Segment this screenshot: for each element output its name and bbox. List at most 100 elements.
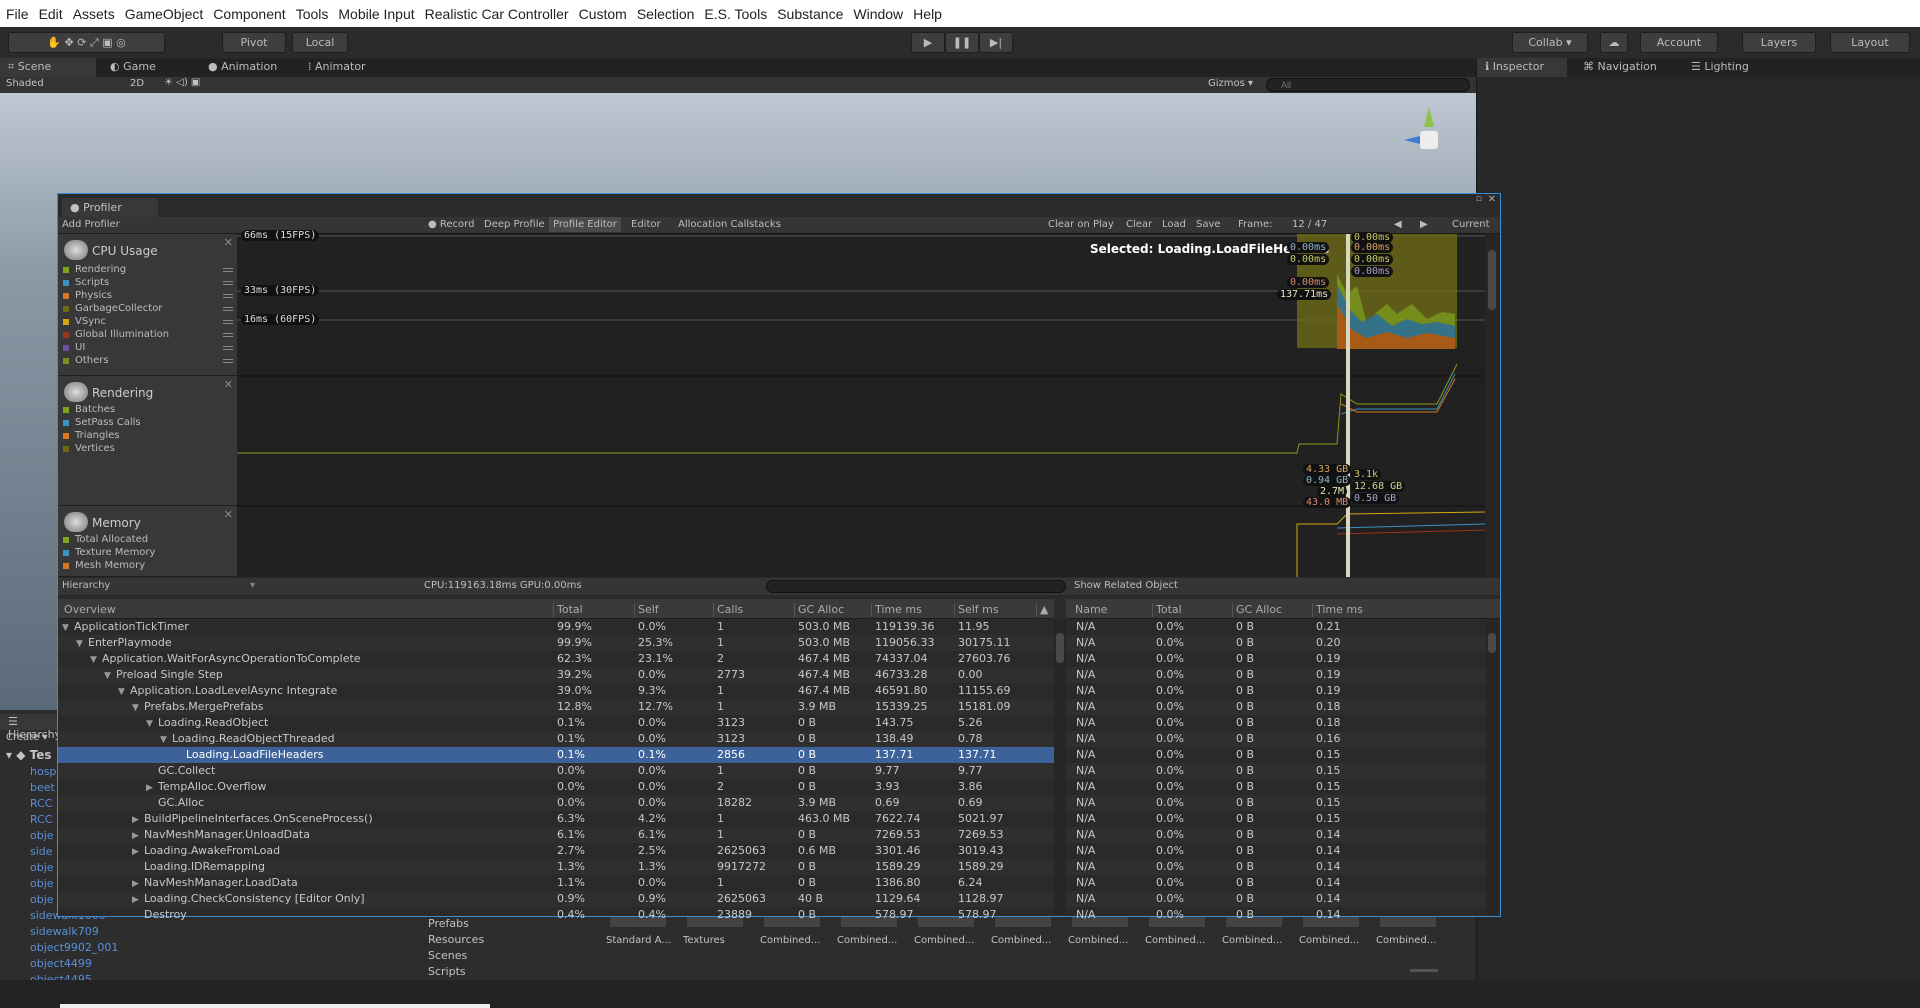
legend-item[interactable]: Rendering [63, 264, 126, 275]
project-folder[interactable]: Scripts [428, 965, 466, 978]
hierarchy-scrollbar[interactable] [1054, 619, 1066, 915]
expanded-arrow-icon[interactable]: ▼ [90, 655, 102, 665]
profiler-search-input[interactable] [766, 580, 1066, 593]
hierarchy-row[interactable]: ▼ Prefabs.MergePrefabs 12.8% 12.7% 1 3.9 MB 15… [58, 699, 1054, 715]
drag-handle-icon[interactable] [223, 307, 233, 311]
hierarchy-row[interactable]: Loading.LoadFileHeaders 0.1% 0.1% 2856 0 B 13… [58, 747, 1054, 763]
hierarchy-item[interactable]: obje [30, 829, 54, 842]
legend-item[interactable]: Texture Memory [63, 547, 155, 558]
hierarchy-row[interactable]: ▼ ApplicationTickTimer 99.9% 0.0% 1 503.0 MB 1… [58, 619, 1054, 635]
menu-tools[interactable]: Tools [296, 6, 329, 22]
legend-item[interactable]: Mesh Memory [63, 560, 145, 571]
legend-item[interactable]: Vertices [63, 443, 115, 454]
hierarchy-item[interactable]: obje [30, 877, 54, 890]
hierarchy-row[interactable]: ▶ Loading.AwakeFromLoad 2.7% 2.5% 2625063 0.6… [58, 843, 1054, 859]
expanded-arrow-icon[interactable]: ▼ [132, 703, 144, 713]
asset-label[interactable]: Combined... [1376, 935, 1436, 946]
drag-handle-icon[interactable] [223, 268, 233, 272]
hierarchy-row[interactable]: ▼ EnterPlaymode 99.9% 25.3% 1 503.0 MB 119056.… [58, 635, 1054, 651]
legend-item[interactable]: Scripts [63, 277, 109, 288]
hierarchy-row[interactable]: ▶ NavMeshManager.LoadData 1.1% 0.0% 1 0 B 1386… [58, 875, 1054, 891]
menu-substance[interactable]: Substance [777, 6, 843, 22]
cpu-usage-module[interactable]: CPU Usage ✕ Rendering Scripts Physics Garbage… [58, 234, 237, 376]
collapsed-arrow-icon[interactable]: ▶ [132, 847, 144, 857]
hierarchy-item[interactable]: hosp [30, 765, 56, 778]
expanded-arrow-icon[interactable]: ▼ [146, 719, 158, 729]
collab-button[interactable]: Collab ▾ [1512, 32, 1588, 53]
menu-gameobject[interactable]: GameObject [125, 6, 204, 22]
layers-dropdown[interactable]: Layers [1742, 32, 1816, 53]
related-column-header[interactable]: Name [1072, 603, 1107, 617]
current-frame-button[interactable]: Current [1452, 219, 1490, 230]
expanded-arrow-icon[interactable]: ▼ [160, 735, 172, 745]
hierarchy-item[interactable]: RCC [30, 813, 52, 826]
related-row[interactable]: N/A 0.0% 0 B 0.14 [1066, 875, 1486, 891]
related-row[interactable]: N/A 0.0% 0 B 0.19 [1066, 651, 1486, 667]
related-row[interactable]: N/A 0.0% 0 B 0.15 [1066, 779, 1486, 795]
legend-item[interactable]: GarbageCollector [63, 303, 162, 314]
legend-item[interactable]: Physics [63, 290, 112, 301]
related-row[interactable]: N/A 0.0% 0 B 0.15 [1066, 747, 1486, 763]
column-header-time-ms[interactable]: Time ms [871, 603, 922, 617]
hierarchy-item[interactable]: object4499 [30, 957, 92, 970]
drag-handle-icon[interactable] [223, 320, 233, 324]
hierarchy-row[interactable]: ▼ Application.WaitForAsyncOperationToComp… [58, 651, 1054, 667]
expanded-arrow-icon[interactable]: ▼ [62, 623, 74, 633]
chart-scrollbar[interactable] [1485, 234, 1500, 577]
related-row[interactable]: N/A 0.0% 0 B 0.15 [1066, 763, 1486, 779]
column-header-gc-alloc[interactable]: GC Alloc [794, 603, 844, 617]
prev-frame-button[interactable]: ◀ [1394, 219, 1402, 230]
related-row[interactable]: N/A 0.0% 0 B 0.14 [1066, 907, 1486, 923]
related-row[interactable]: N/A 0.0% 0 B 0.15 [1066, 811, 1486, 827]
hierarchy-row[interactable]: ▶ Loading.CheckConsistency [Editor Only] 0… [58, 891, 1054, 907]
tab-profiler[interactable]: ● Profiler [62, 198, 158, 217]
record-button[interactable]: ● Record [428, 219, 474, 230]
hierarchy-item[interactable]: beet [30, 781, 55, 794]
related-column-header[interactable]: GC Alloc [1232, 603, 1282, 617]
view-mode-dropdown[interactable]: Hierarchy [62, 580, 110, 591]
profiler-chart[interactable]: 66ms (15FPS) 33ms (30FPS) 16ms (60FPS) Sele… [237, 230, 1485, 577]
shading-mode-dropdown[interactable]: Shaded [6, 78, 44, 89]
account-dropdown[interactable]: Account [1640, 32, 1718, 53]
collapsed-arrow-icon[interactable]: ▶ [132, 895, 144, 905]
memory-module[interactable]: Memory ✕ Total Allocated Texture Memory Mesh… [58, 506, 237, 577]
hierarchy-row[interactable]: GC.Alloc 0.0% 0.0% 18282 3.9 MB 0.69 0.69 [58, 795, 1054, 811]
clear-on-play-button[interactable]: Clear on Play [1048, 219, 1114, 230]
collapsed-arrow-icon[interactable]: ▶ [146, 783, 158, 793]
related-row[interactable]: N/A 0.0% 0 B 0.20 [1066, 635, 1486, 651]
related-row[interactable]: N/A 0.0% 0 B 0.19 [1066, 683, 1486, 699]
save-button[interactable]: Save [1196, 219, 1221, 230]
layout-dropdown[interactable]: Layout [1830, 32, 1910, 53]
editor-target-dropdown[interactable]: Editor [631, 219, 661, 230]
next-frame-button[interactable]: ▶ [1420, 219, 1428, 230]
hierarchy-item[interactable]: object9902_001 [30, 941, 118, 954]
hierarchy-row[interactable]: ▶ BuildPipelineInterfaces.OnSceneProcess(… [58, 811, 1054, 827]
create-dropdown[interactable]: Create ▾ [6, 732, 47, 743]
menu-file[interactable]: File [6, 6, 29, 22]
close-module-icon[interactable]: ✕ [224, 236, 233, 249]
asset-label[interactable]: Combined... [1299, 935, 1359, 946]
tab-animation[interactable]: ● Animation [200, 58, 285, 77]
maximize-icon[interactable]: ▫ [1476, 194, 1482, 204]
related-row[interactable]: N/A 0.0% 0 B 0.21 [1066, 619, 1486, 635]
collapsed-arrow-icon[interactable]: ▶ [132, 879, 144, 889]
tab-navigation[interactable]: ⌘ Navigation [1575, 58, 1665, 77]
expanded-arrow-icon[interactable]: ▼ [76, 639, 88, 649]
asset-label[interactable]: Textures [683, 935, 725, 946]
legend-item[interactable]: Global Illumination [63, 329, 169, 340]
column-header-total[interactable]: Total [553, 603, 583, 617]
related-row[interactable]: N/A 0.0% 0 B 0.18 [1066, 715, 1486, 731]
menu-realistic-car-controller[interactable]: Realistic Car Controller [425, 6, 569, 22]
hierarchy-row[interactable]: Destroy 0.4% 0.4% 23889 0 B 578.97 578.97 [58, 907, 1054, 923]
menu-window[interactable]: Window [853, 6, 903, 22]
expanded-arrow-icon[interactable]: ▼ [104, 671, 116, 681]
collapsed-arrow-icon[interactable]: ▶ [132, 831, 144, 841]
hierarchy-row[interactable]: ▶ TempAlloc.Overflow 0.0% 0.0% 2 0 B 3.93 3.86 [58, 779, 1054, 795]
related-row[interactable]: N/A 0.0% 0 B 0.14 [1066, 827, 1486, 843]
hierarchy-row[interactable]: GC.Collect 0.0% 0.0% 1 0 B 9.77 9.77 [58, 763, 1054, 779]
hierarchy-row[interactable]: ▼ Loading.ReadObject 0.1% 0.0% 3123 0 B 143.75… [58, 715, 1054, 731]
cloud-button[interactable]: ☁ [1600, 32, 1628, 53]
zoom-slider[interactable] [1410, 969, 1438, 972]
related-row[interactable]: N/A 0.0% 0 B 0.14 [1066, 859, 1486, 875]
gizmos-dropdown[interactable]: Gizmos ▾ [1208, 78, 1253, 89]
